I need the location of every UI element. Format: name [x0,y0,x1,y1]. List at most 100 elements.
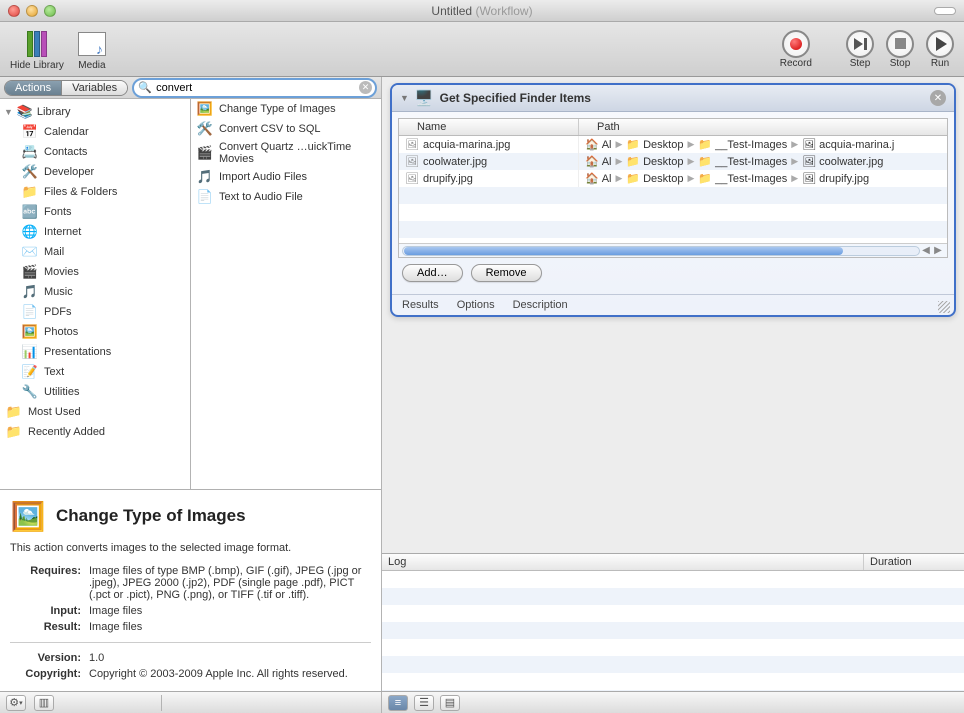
library-category-calendar[interactable]: 📅Calendar [0,122,190,142]
search-icon: 🔍 [138,81,152,94]
library-tabs: Actions Variables [4,80,128,96]
workflow-action-header[interactable]: ▼ 🖥️ Get Specified Finder Items ✕ [392,85,954,112]
remove-button[interactable]: Remove [471,264,542,282]
library-list[interactable]: ▼ 📚 Library 📅Calendar📇Contacts🛠️Develope… [0,99,191,489]
smart-folder-recently-added[interactable]: 📁Recently Added [0,422,190,442]
category-icon: 📅 [22,124,38,140]
category-icon: 📁 [22,184,38,200]
log-column-duration[interactable]: Duration [864,554,964,570]
view-flow-button[interactable]: ≡ [388,695,408,711]
action-item[interactable]: 🛠️Convert CSV to SQL [191,119,381,139]
description-tab[interactable]: Description [513,299,568,311]
options-tab[interactable]: Options [457,299,495,311]
library-category-contacts[interactable]: 📇Contacts [0,142,190,162]
disclosure-triangle-icon[interactable]: ▼ [400,93,409,103]
smart-folder-most-used[interactable]: 📁Most Used [0,402,190,422]
search-field[interactable]: 🔍 ✕ [132,78,377,98]
path-segment: 📁Desktop [626,155,683,168]
smart-folder-icon: 📁 [6,404,22,420]
path-segment: 📁Desktop [626,138,683,151]
category-icon: 🛠️ [22,164,38,180]
stop-button[interactable]: Stop [886,30,914,69]
table-row[interactable]: 🖼drupify.jpg🏠Al▶📁Desktop▶📁__Test-Images▶… [399,170,947,187]
category-icon: 🎬 [22,264,38,280]
search-input[interactable] [132,78,377,98]
action-info-panel: 🖼️ Change Type of Images This action con… [0,489,381,691]
action-item[interactable]: 📄Text to Audio File [191,187,381,207]
log-panel: Log Duration [382,553,964,691]
library-category-photos[interactable]: 🖼️Photos [0,322,190,342]
toggle-info-button[interactable]: ▥ [34,695,54,711]
workflow-action-title: Get Specified Finder Items [440,91,924,105]
horizontal-scrollbar[interactable]: ◀▶ [399,243,947,257]
library-category-utilities[interactable]: 🔧Utilities [0,382,190,402]
library-category-music[interactable]: 🎵Music [0,282,190,302]
table-row[interactable]: 🖼coolwater.jpg🏠Al▶📁Desktop▶📁__Test-Image… [399,153,947,170]
library-category-internet[interactable]: 🌐Internet [0,222,190,242]
file-icon: 🖼 [405,172,419,185]
status-bar: ⚙▾ ▥ ≡ ☰ ▤ [0,691,964,713]
disclosure-triangle-icon[interactable]: ▼ [4,107,13,117]
chevron-right-icon: ▶ [791,156,798,167]
preview-icon: 🖼️ [10,498,46,534]
category-icon: 📄 [22,304,38,320]
library-root[interactable]: ▼ 📚 Library [0,102,190,122]
log-column-log[interactable]: Log [382,554,864,570]
path-segment: 📁__Test-Images [698,138,787,151]
library-category-pdfs[interactable]: 📄PDFs [0,302,190,322]
action-item[interactable]: 🎵Import Audio Files [191,167,381,187]
action-item[interactable]: 🎬Convert Quartz …uickTime Movies [191,139,381,167]
chevron-right-icon: ▶ [615,156,622,167]
chevron-right-icon: ▶ [791,139,798,150]
actions-list[interactable]: 🖼️Change Type of Images🛠️Convert CSV to … [191,99,381,489]
add-button[interactable]: Add… [402,264,463,282]
library-category-text[interactable]: 📝Text [0,362,190,382]
action-icon: 🎬 [197,145,213,161]
path-segment: 🏠Al [585,155,611,168]
library-category-mail[interactable]: ✉️Mail [0,242,190,262]
category-icon: ✉️ [22,244,38,260]
media-button[interactable]: Media [76,28,108,71]
chevron-right-icon: ▶ [687,173,694,184]
action-icon: 🖼️ [197,101,213,117]
category-icon: 🎵 [22,284,38,300]
step-button[interactable]: Step [846,30,874,69]
category-icon: 📇 [22,144,38,160]
workflow-action-get-specified-finder-items[interactable]: ▼ 🖥️ Get Specified Finder Items ✕ Name P… [390,83,956,317]
library-category-movies[interactable]: 🎬Movies [0,262,190,282]
path-segment: 🖼coolwater.jpg [802,155,883,168]
workflow-area[interactable]: ▼ 🖥️ Get Specified Finder Items ✕ Name P… [382,77,964,553]
path-segment: 🏠Al [585,138,611,151]
category-icon: 🖼️ [22,324,38,340]
column-path[interactable]: Path [579,119,947,135]
run-button[interactable]: Run [926,30,954,69]
toolbar-toggle-button[interactable] [934,7,956,15]
resize-grip-icon[interactable] [938,301,950,313]
category-icon: 🌐 [22,224,38,240]
category-icon: 📝 [22,364,38,380]
view-list-button[interactable]: ☰ [414,695,434,711]
tab-actions[interactable]: Actions [5,81,61,95]
clear-search-button[interactable]: ✕ [359,81,372,94]
library-category-presentations[interactable]: 📊Presentations [0,342,190,362]
tab-variables[interactable]: Variables [61,81,127,95]
info-description: This action converts images to the selec… [10,542,371,554]
close-action-button[interactable]: ✕ [930,90,946,106]
log-body[interactable] [382,571,964,691]
library-category-files-folders[interactable]: 📁Files & Folders [0,182,190,202]
gear-menu-button[interactable]: ⚙▾ [6,695,26,711]
action-item[interactable]: 🖼️Change Type of Images [191,99,381,119]
library-category-fonts[interactable]: 🔤Fonts [0,202,190,222]
finder-items-table[interactable]: Name Path 🖼acquia-marina.jpg🏠Al▶📁Desktop… [398,118,948,258]
table-row[interactable]: 🖼acquia-marina.jpg🏠Al▶📁Desktop▶📁__Test-I… [399,136,947,153]
results-tab[interactable]: Results [402,299,439,311]
record-button[interactable]: Record [780,30,812,69]
column-name[interactable]: Name [399,119,579,135]
path-segment: 📁Desktop [626,172,683,185]
titlebar: Untitled (Workflow) [0,0,964,22]
view-log-button[interactable]: ▤ [440,695,460,711]
library-category-developer[interactable]: 🛠️Developer [0,162,190,182]
hide-library-button[interactable]: Hide Library [10,28,64,71]
file-icon: 🖼 [405,138,419,151]
chevron-right-icon: ▶ [615,139,622,150]
